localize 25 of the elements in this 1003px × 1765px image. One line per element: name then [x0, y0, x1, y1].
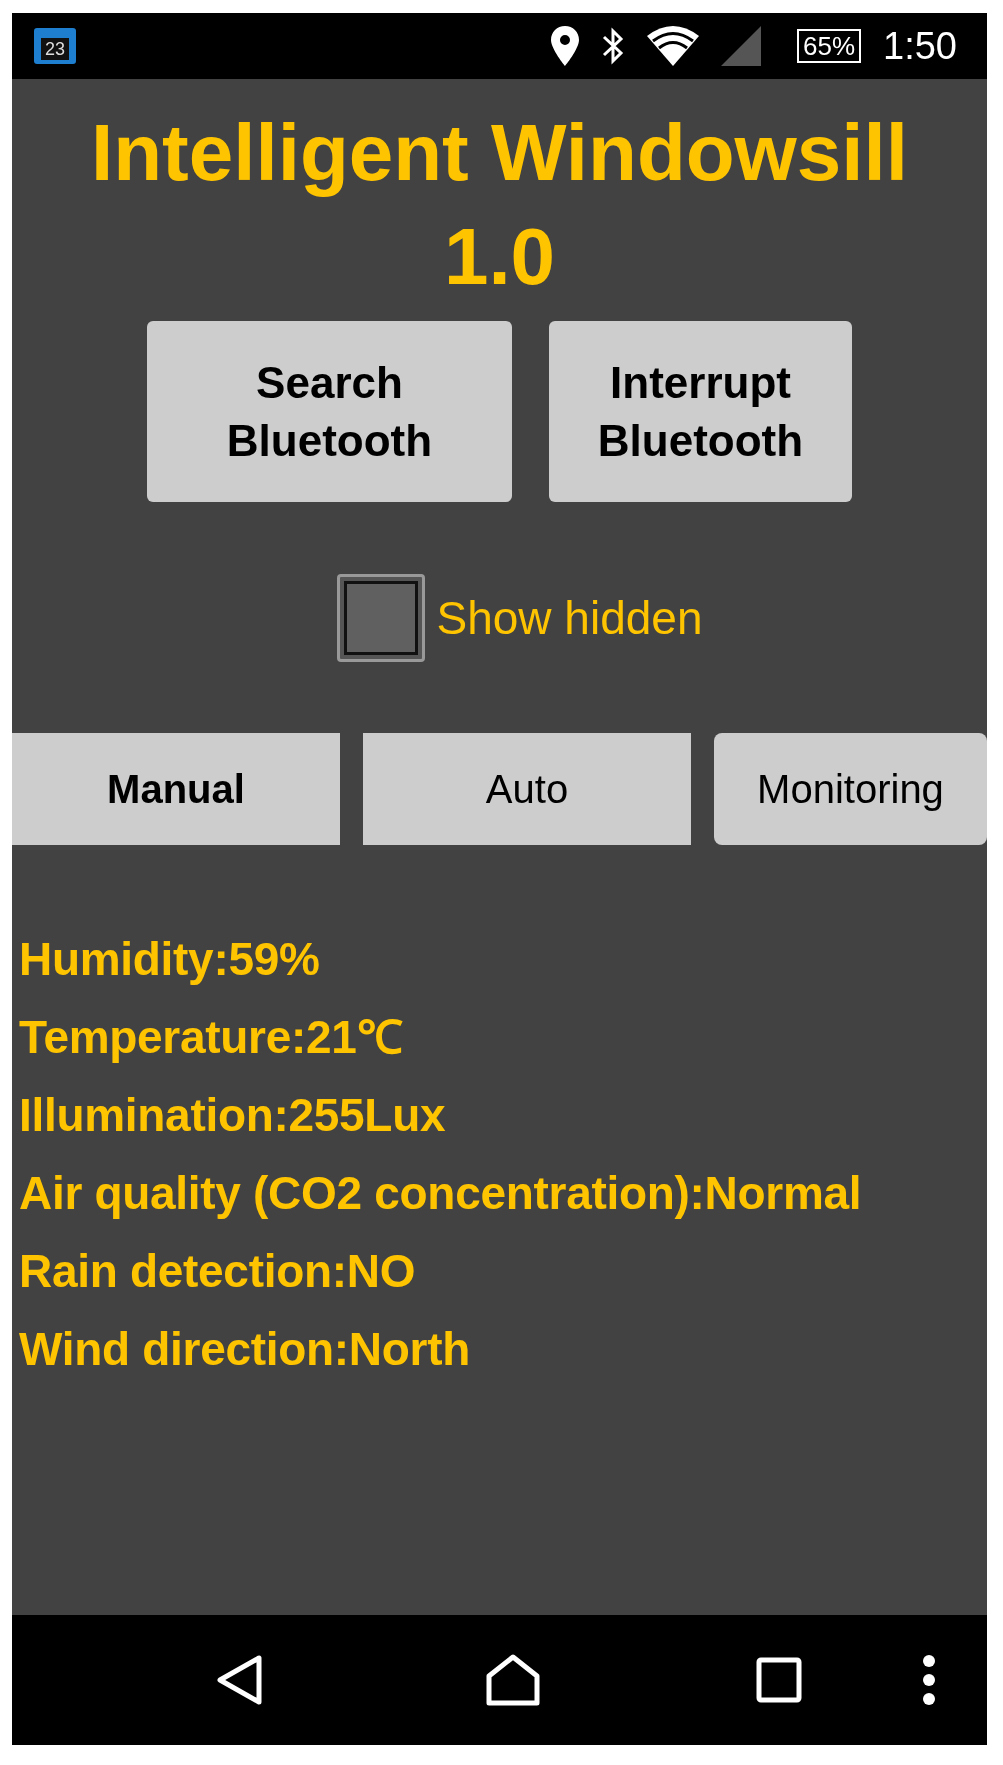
- back-icon[interactable]: [217, 1655, 263, 1705]
- recents-icon[interactable]: [756, 1657, 802, 1703]
- mode-tab[interactable]: Manual: [12, 733, 340, 845]
- sensor-reading: Wind direction:North: [19, 1322, 471, 1377]
- checkbox-label: Show hidden: [436, 591, 703, 645]
- more-icon[interactable]: [922, 1654, 936, 1706]
- battery-icon: 65%: [797, 29, 862, 63]
- wifi-icon: [647, 26, 699, 66]
- show-hidden-checkbox[interactable]: [336, 574, 425, 662]
- mode-tab[interactable]: Auto: [363, 733, 691, 845]
- bluetooth-button[interactable]: Search Bluetooth: [147, 321, 512, 502]
- sensor-reading: Temperature:21℃: [19, 1010, 404, 1065]
- location-icon: [551, 26, 579, 66]
- sensor-reading: Rain detection:NO: [19, 1244, 417, 1299]
- sensor-reading: Illumination:255Lux: [19, 1088, 447, 1143]
- clock-time: 1:50: [883, 24, 957, 68]
- bluetooth-button[interactable]: Interrupt Bluetooth: [549, 321, 852, 502]
- app-title: Intelligent Windowsill 1.0: [90, 107, 909, 303]
- mode-tab[interactable]: Monitoring: [714, 733, 987, 845]
- sensor-reading: Humidity:59%: [19, 932, 321, 987]
- home-icon[interactable]: [486, 1654, 540, 1706]
- bluetooth-icon: [601, 26, 625, 66]
- calendar-day: 23: [41, 38, 69, 60]
- sensor-reading: Air quality (CO2 concentration):Normal: [19, 1166, 863, 1221]
- signal-icon: [721, 26, 761, 66]
